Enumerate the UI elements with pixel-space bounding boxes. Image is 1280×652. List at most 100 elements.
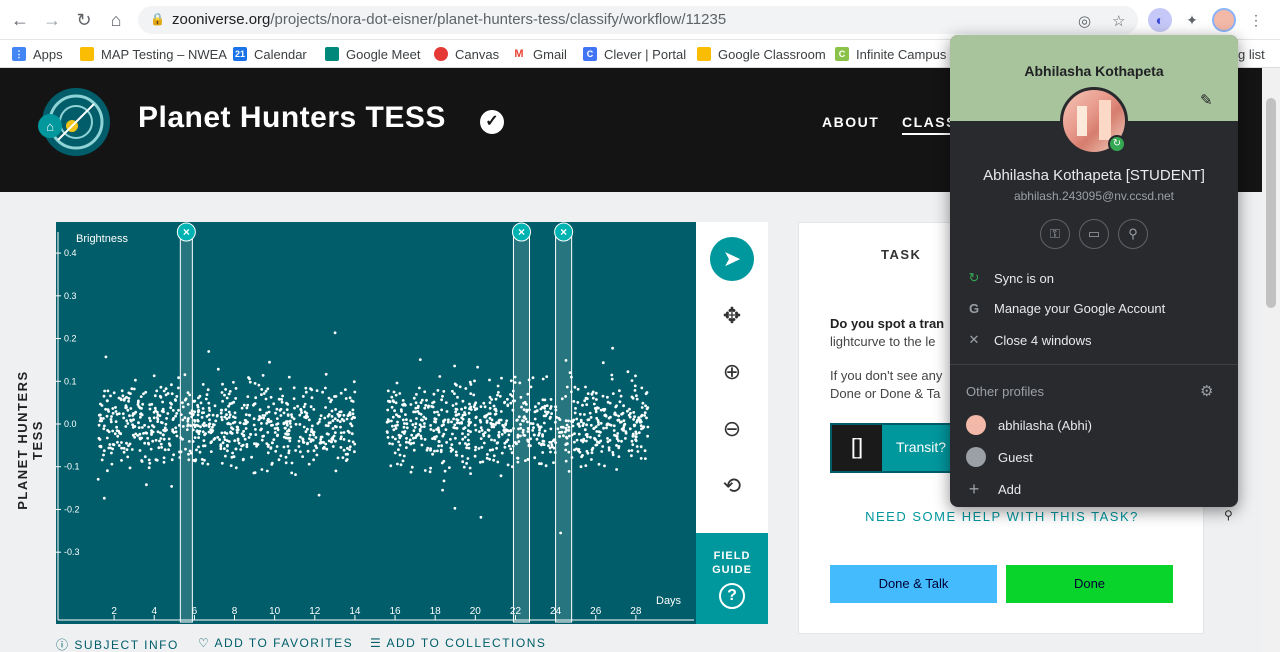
address-bar[interactable]: 🔒 zooniverse.org/projects/nora-dot-eisne… (138, 6, 1138, 34)
data-point (306, 427, 309, 431)
data-point (273, 431, 277, 434)
bookmark-google-meet[interactable]: Google Meet (325, 45, 420, 63)
edit-pencil-icon[interactable]: ✎ (1200, 91, 1213, 109)
data-point (535, 409, 539, 412)
bookmark-gmail[interactable]: M Gmail (512, 45, 567, 63)
bookmark-google-classroom[interactable]: Google Classroom (697, 45, 826, 63)
bookmark-label: Canvas (455, 46, 500, 62)
nav-classify[interactable]: CLASS (902, 114, 957, 135)
data-point (102, 449, 106, 453)
data-point (272, 402, 276, 406)
gear-icon[interactable]: ⚙ (1200, 382, 1213, 400)
bookmark-infinite-campus[interactable]: C Infinite Campus (835, 45, 946, 63)
passwords-key-icon[interactable]: ⚿ (1040, 219, 1070, 249)
subject-info-link[interactable]: ⓘ SUBJECT INFO (56, 636, 179, 652)
data-point (594, 410, 598, 414)
help-link[interactable]: NEED SOME HELP WITH THIS TASK? (799, 509, 1205, 524)
data-point (254, 433, 258, 436)
lightcurve-plot[interactable]: Brightness 0.4 0.3 0.2 0.1 0.0 -0.1 -0.2 -0.3 2 4 6… (56, 222, 696, 624)
data-point (280, 398, 283, 401)
move-icon[interactable]: ✥ (710, 294, 754, 338)
side-toolbar-partial[interactable]: ⚲ (1224, 508, 1233, 522)
data-point (254, 428, 257, 431)
add-profile-item[interactable]: + Add (966, 477, 1021, 501)
menu-kebab-icon[interactable]: ⋮ (1244, 8, 1268, 32)
profile-item-guest[interactable]: Guest (966, 445, 1033, 469)
data-point (137, 421, 140, 425)
data-point (467, 411, 471, 415)
add-collections-link[interactable]: ☰ ADD TO COLLECTIONS (370, 636, 546, 650)
data-point (594, 425, 598, 428)
annotate-pointer-icon[interactable]: ➤ (710, 237, 754, 281)
bookmark-clever[interactable]: C Clever | Portal (583, 45, 686, 63)
data-point (212, 423, 216, 427)
y-tick-label: -0.1 (64, 462, 80, 472)
done-button[interactable]: Done (1006, 565, 1173, 603)
data-point (151, 439, 155, 443)
tracking-eye-icon[interactable]: ◎ (1078, 12, 1091, 30)
data-point (324, 386, 327, 390)
x-tick-label: 16 (389, 606, 401, 617)
sync-status-item[interactable]: ↻ Sync is on (966, 266, 1054, 290)
nav-about[interactable]: ABOUT (822, 114, 879, 130)
scroll-thumb[interactable] (1266, 98, 1276, 308)
bookmark-calendar[interactable]: 21 Calendar (233, 45, 307, 63)
data-point (326, 414, 330, 418)
project-logo[interactable]: ⌂ (38, 82, 110, 162)
tab-task[interactable]: TASK (881, 247, 921, 262)
home-icon[interactable]: ⌂ (104, 8, 128, 32)
reload-icon[interactable]: ↻ (72, 8, 96, 32)
bookmark-apps[interactable]: ⋮ Apps (12, 45, 63, 63)
profile-item-abhi[interactable]: abhilasha (Abhi) (966, 413, 1092, 437)
field-guide-button[interactable]: FIELD GUIDE ? (696, 533, 768, 624)
forward-icon[interactable]: → (40, 8, 64, 32)
data-point (153, 406, 157, 410)
url-text[interactable]: zooniverse.org/projects/nora-dot-eisner/… (172, 11, 726, 28)
zoom-out-icon[interactable]: ⊖ (710, 407, 754, 451)
close-windows-item[interactable]: ✕ Close 4 windows (966, 328, 1092, 352)
data-point (245, 406, 249, 410)
data-point (529, 385, 533, 389)
x-tick-label: 10 (269, 606, 281, 617)
extension-icon[interactable]: ◐ (1148, 8, 1172, 32)
puzzle-icon[interactable]: ✦ (1180, 8, 1204, 32)
bookmark-star-icon[interactable]: ☆ (1112, 12, 1125, 30)
data-point (497, 421, 501, 425)
data-point (162, 389, 166, 393)
data-point (348, 413, 352, 417)
data-point (342, 413, 346, 417)
payment-card-icon[interactable]: ▭ (1079, 219, 1109, 249)
data-point (488, 448, 492, 452)
data-point (331, 419, 335, 423)
data-point (641, 426, 645, 430)
page-scrollbar[interactable] (1262, 68, 1280, 652)
data-point (403, 403, 407, 407)
data-point (401, 418, 405, 422)
data-point (420, 425, 423, 429)
profile-avatar-icon[interactable] (1212, 8, 1236, 32)
data-point (477, 447, 481, 450)
data-point (243, 437, 247, 441)
manage-account-item[interactable]: G Manage your Google Account (966, 296, 1165, 320)
bookmark-canvas[interactable]: Canvas (434, 45, 499, 63)
data-point (633, 415, 636, 419)
data-point (201, 383, 205, 386)
done-and-talk-button[interactable]: Done & Talk (830, 565, 997, 603)
zoom-in-icon[interactable]: ⊕ (710, 350, 754, 394)
reading-list[interactable]: g list (1238, 45, 1265, 63)
data-point (110, 415, 113, 418)
reset-icon[interactable]: ⟲ (710, 464, 754, 508)
profile-item-label: abhilasha (Abhi) (998, 417, 1092, 433)
back-icon[interactable]: ← (8, 8, 32, 32)
data-point (451, 432, 454, 436)
data-point (109, 418, 113, 421)
bookmark-map-testing[interactable]: MAP Testing – NWEA (80, 45, 227, 63)
add-favorites-link[interactable]: ♡ ADD TO FAVORITES (198, 636, 353, 650)
addresses-pin-icon[interactable]: ⚲ (1118, 219, 1148, 249)
data-point (231, 451, 235, 455)
data-point (109, 394, 112, 398)
lightcurve-svg[interactable]: Brightness0.40.30.20.10.0-0.1-0.2-0.32 4 6… (56, 222, 696, 624)
classroom-icon (697, 47, 711, 61)
data-point (302, 405, 306, 409)
data-point (162, 460, 166, 464)
